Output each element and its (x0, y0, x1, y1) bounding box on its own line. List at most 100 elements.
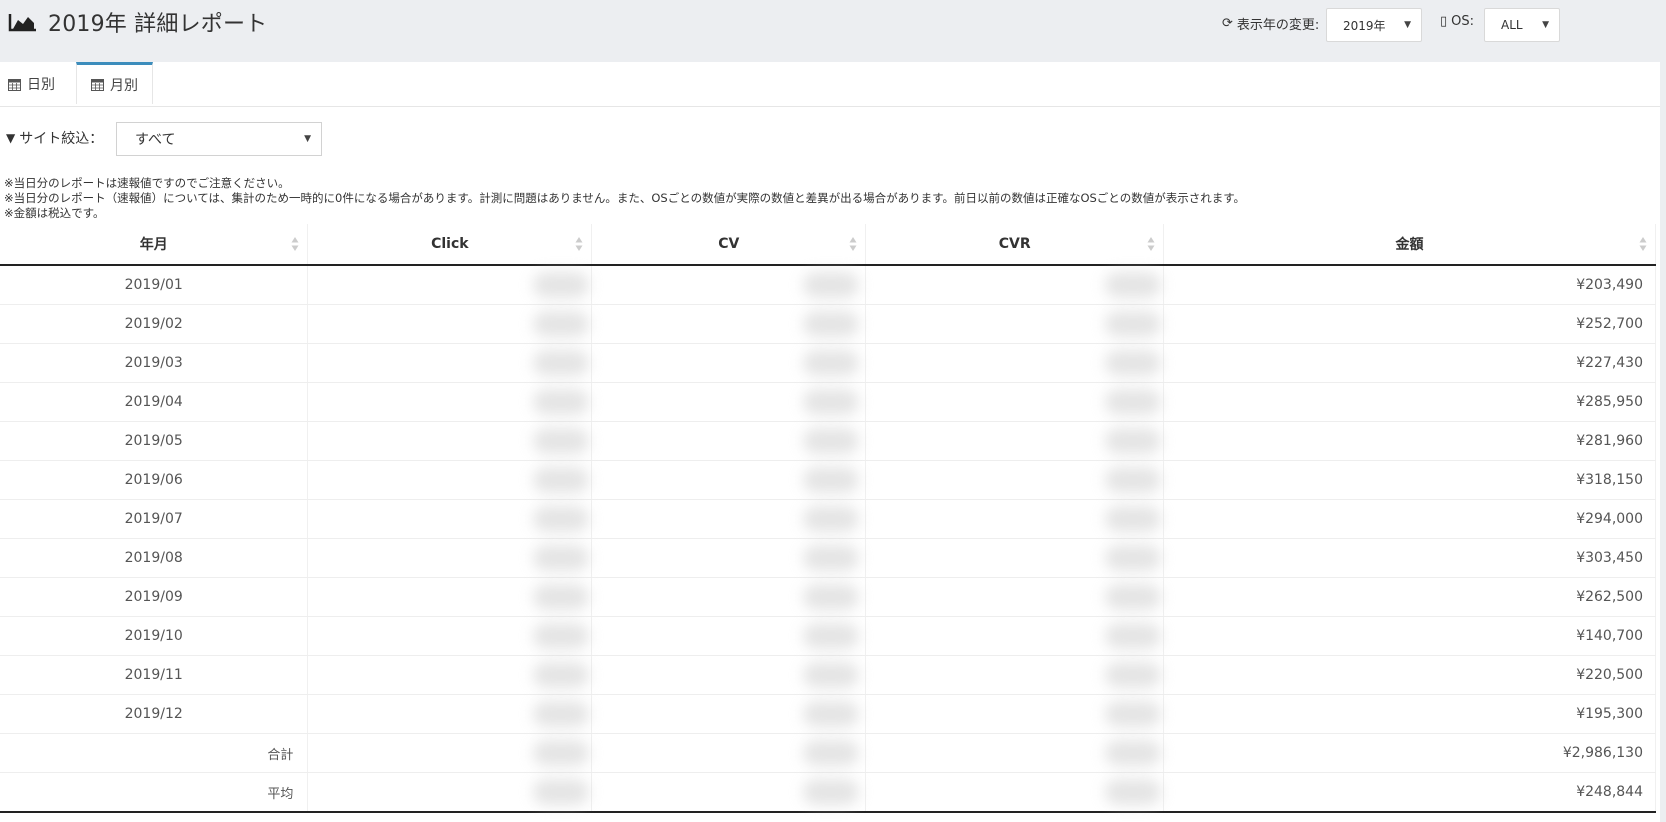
table-header-row: 年月 Click CV CVR 金額 (0, 224, 1656, 266)
os-select[interactable]: ALL ▼ (1484, 8, 1560, 42)
redacted-value (803, 311, 860, 337)
blurred-value (865, 655, 1165, 695)
area-chart-icon (8, 14, 36, 32)
month-cell: 2019/07 (0, 499, 309, 539)
redacted-value (533, 623, 590, 649)
blurred-value (307, 577, 593, 617)
column-header-cvr[interactable]: CVR (865, 224, 1165, 266)
blurred-value (307, 772, 593, 813)
sort-icon (1147, 237, 1155, 251)
month-cell: 2019/02 (0, 304, 309, 344)
report-notes: ※当日分のレポートは速報値ですのでご注意ください。 ※当日分のレポート（速報値）… (4, 176, 1245, 221)
blurred-value (865, 343, 1165, 383)
blurred-value (591, 655, 867, 695)
redacted-value (803, 701, 860, 727)
table-row: 2019/02 ¥252,700 (0, 304, 1656, 344)
blurred-value (591, 733, 867, 773)
month-cell: 2019/10 (0, 616, 309, 656)
blurred-value (307, 655, 593, 695)
redacted-value (803, 350, 860, 376)
sort-icon (1639, 237, 1647, 251)
column-header-click[interactable]: Click (307, 224, 593, 266)
amount-cell: ¥248,844 (1163, 772, 1656, 813)
redacted-value (1105, 623, 1162, 649)
column-header-month[interactable]: 年月 (0, 224, 309, 266)
year-change-control: ⟳ 表示年の変更: (1222, 14, 1319, 33)
redacted-value (1105, 311, 1162, 337)
year-select-value: 2019年 (1343, 18, 1386, 33)
table-row: 2019/05 ¥281,960 (0, 421, 1656, 461)
redacted-value (533, 311, 590, 337)
page-header: 2019年 詳細レポート ⟳ 表示年の変更: 2019年 ▼ ▯ OS: ALL… (0, 0, 1666, 62)
redacted-value (533, 272, 590, 298)
blurred-value (865, 733, 1165, 773)
redacted-value (1105, 662, 1162, 688)
redacted-value (803, 740, 860, 766)
amount-cell: ¥140,700 (1163, 616, 1656, 656)
table-row: 平均 ¥248,844 (0, 772, 1656, 813)
redacted-value (803, 623, 860, 649)
blurred-value (865, 499, 1165, 539)
blurred-value (591, 499, 867, 539)
redacted-value (533, 350, 590, 376)
month-cell: 2019/05 (0, 421, 309, 461)
caret-down-icon: ▼ (1542, 20, 1549, 30)
amount-cell: ¥2,986,130 (1163, 733, 1656, 773)
redacted-value (803, 389, 860, 415)
sort-icon (291, 237, 299, 251)
os-label: OS: (1451, 14, 1475, 29)
redacted-value (1105, 545, 1162, 571)
redacted-value (533, 701, 590, 727)
blurred-value (591, 577, 867, 617)
amount-cell: ¥252,700 (1163, 304, 1656, 344)
year-change-label: 表示年の変更: (1236, 18, 1320, 33)
column-header-cv[interactable]: CV (591, 224, 867, 266)
amount-cell: ¥303,450 (1163, 538, 1656, 578)
calendar-icon (91, 79, 104, 91)
month-cell: 2019/01 (0, 265, 309, 305)
blurred-value (591, 538, 867, 578)
redacted-value (803, 506, 860, 532)
table-row: 2019/03 ¥227,430 (0, 343, 1656, 383)
view-tabs: 日別 月別 (0, 62, 1660, 107)
note-line: ※当日分のレポート（速報値）については、集計のため一時的に0件になる場合がありま… (4, 191, 1246, 205)
blurred-value (307, 538, 593, 578)
redacted-value (803, 272, 860, 298)
tab-daily-label: 日別 (27, 77, 55, 93)
blurred-value (307, 265, 593, 305)
summary-label: 合計 (0, 733, 309, 773)
month-cell: 2019/11 (0, 655, 309, 695)
table-row: 合計 ¥2,986,130 (0, 733, 1656, 773)
blurred-value (591, 460, 867, 500)
blurred-value (591, 772, 867, 813)
scrollbar-track[interactable] (1660, 62, 1666, 822)
table-row: 2019/09 ¥262,500 (0, 577, 1656, 617)
year-select[interactable]: 2019年 ▼ (1326, 8, 1422, 42)
blurred-value (307, 304, 593, 344)
amount-cell: ¥227,430 (1163, 343, 1656, 383)
page-title: 2019年 詳細レポート (48, 12, 268, 37)
month-cell: 2019/12 (0, 694, 309, 734)
redacted-value (533, 740, 590, 766)
blurred-value (865, 421, 1165, 461)
tab-monthly[interactable]: 月別 (76, 62, 153, 104)
amount-cell: ¥262,500 (1163, 577, 1656, 617)
amount-cell: ¥318,150 (1163, 460, 1656, 500)
redacted-value (1105, 467, 1162, 493)
column-header-amount[interactable]: 金額 (1163, 224, 1656, 266)
redacted-value (533, 779, 590, 805)
amount-cell: ¥285,950 (1163, 382, 1656, 422)
redacted-value (1105, 584, 1162, 610)
blurred-value (307, 421, 593, 461)
redacted-value (1105, 779, 1162, 805)
redacted-value (1105, 389, 1162, 415)
os-select-value: ALL (1501, 18, 1523, 32)
month-cell: 2019/08 (0, 538, 309, 578)
amount-cell: ¥220,500 (1163, 655, 1656, 695)
redacted-value (1105, 272, 1162, 298)
blurred-value (307, 694, 593, 734)
tab-daily[interactable]: 日別 (8, 62, 78, 106)
table-row: 2019/07 ¥294,000 (0, 499, 1656, 539)
redacted-value (533, 389, 590, 415)
site-filter-select[interactable]: すべて ▼ (116, 122, 322, 156)
